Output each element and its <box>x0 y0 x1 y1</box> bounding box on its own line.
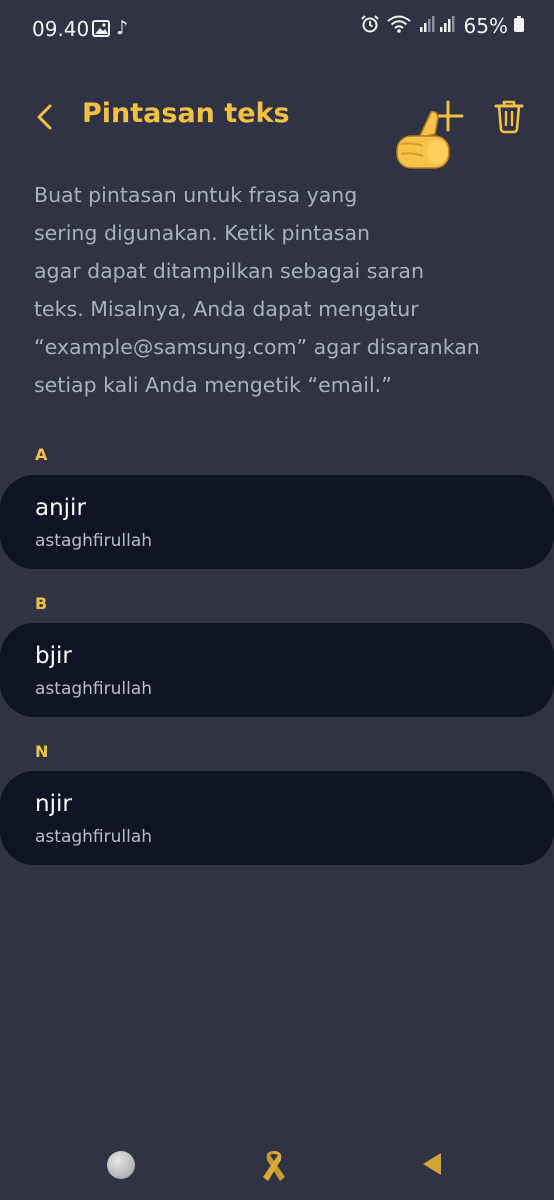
description-text: Buat pintasan untuk frasa yang sering di… <box>34 183 480 397</box>
shortcut-label: anjir <box>35 495 86 521</box>
page-title: Pintasan teks <box>82 98 290 129</box>
tiktok-icon: ♪ <box>116 17 129 39</box>
battery-icon <box>514 16 524 36</box>
back-triangle-icon[interactable] <box>421 1151 443 1181</box>
delete-button[interactable] <box>490 96 528 136</box>
back-button[interactable] <box>28 100 62 134</box>
shortcut-label: bjir <box>35 643 72 669</box>
status-bar: 09.40 ♪ 65% <box>0 0 554 58</box>
signal-icon <box>418 15 458 37</box>
section-header-a: A <box>35 445 48 464</box>
section-header-n: N <box>35 742 49 761</box>
shortcut-item-anjir[interactable]: anjir astaghfirullah <box>0 475 554 569</box>
phrase-label: astaghfirullah <box>35 827 153 847</box>
phrase-label: astaghfirullah <box>35 531 153 551</box>
battery-percent: 65% <box>463 14 508 38</box>
shortcut-item-bjir[interactable]: bjir astaghfirullah <box>0 623 554 717</box>
ribbon-icon[interactable] <box>260 1147 288 1187</box>
home-icon[interactable] <box>107 1151 135 1179</box>
shortcut-label: njir <box>35 791 72 817</box>
phrase-label: astaghfirullah <box>35 679 153 699</box>
back-chevron-icon <box>37 104 52 130</box>
wifi-icon <box>386 14 412 38</box>
status-right: 65% <box>360 14 524 38</box>
gallery-icon <box>92 20 110 41</box>
app-header: Pintasan teks <box>0 88 554 148</box>
shortcut-item-njir[interactable]: njir astaghfirullah <box>0 771 554 865</box>
status-time: 09.40 <box>32 17 90 41</box>
thumbs-up-emoji <box>393 108 455 170</box>
trash-icon <box>494 100 524 134</box>
section-header-b: B <box>35 594 48 613</box>
alarm-icon <box>360 14 380 38</box>
navigation-bar <box>0 1130 554 1200</box>
